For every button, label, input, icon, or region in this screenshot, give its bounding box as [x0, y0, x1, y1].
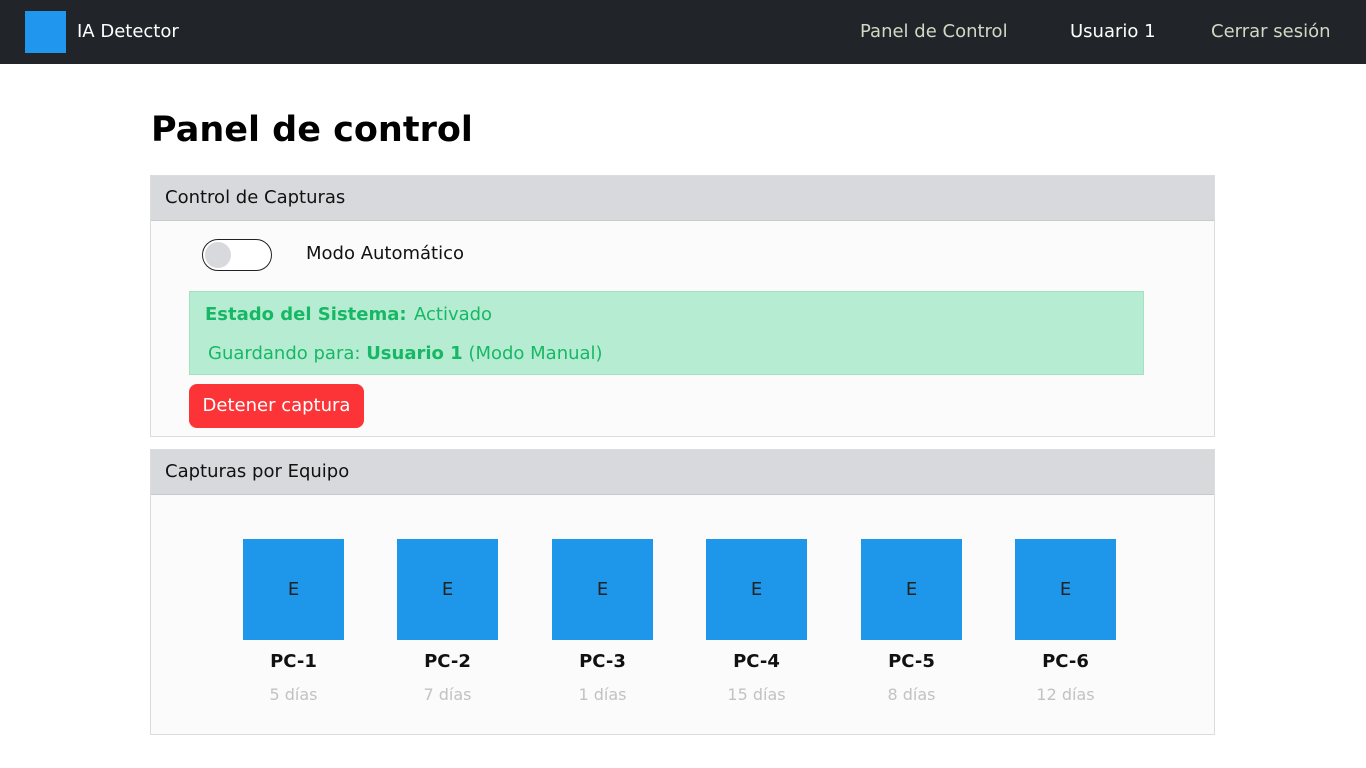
capture-control-card: Control de Capturas Modo Automático Esta… [150, 175, 1215, 437]
captures-by-device-card: Capturas por Equipo E PC-1 5 días E PC-2… [150, 449, 1215, 735]
nav-link-user[interactable]: Usuario 1 [1070, 20, 1156, 44]
app-logo[interactable] [25, 11, 66, 53]
device-days: 8 días [887, 685, 936, 704]
capture-control-header: Control de Capturas [151, 176, 1214, 221]
device-thumbnail[interactable]: E [552, 539, 653, 640]
device-name: PC-6 [1042, 651, 1089, 672]
device-days: 15 días [727, 685, 786, 704]
device-letter: E [287, 579, 300, 600]
device-letter: E [905, 579, 918, 600]
device-letter: E [1059, 579, 1072, 600]
device-days: 12 días [1036, 685, 1095, 704]
page-title: Panel de control [151, 110, 473, 150]
device-name: PC-3 [579, 651, 626, 672]
toggle-knob [205, 242, 231, 268]
device-name: PC-4 [733, 651, 780, 672]
device-days: 5 días [269, 685, 318, 704]
device-thumbnail[interactable]: E [861, 539, 962, 640]
device-thumbnail[interactable]: E [1015, 539, 1116, 640]
capture-control-title: Control de Capturas [165, 187, 346, 208]
system-status-alert: Estado del Sistema: Activado Guardando p… [189, 291, 1144, 375]
stop-capture-button[interactable]: Detener captura [189, 384, 364, 428]
device-thumbnail[interactable]: E [397, 539, 498, 640]
saving-mode: (Modo Manual) [468, 343, 603, 364]
brand-name[interactable]: IA Detector [77, 20, 179, 44]
device-thumbnail[interactable]: E [706, 539, 807, 640]
auto-mode-toggle[interactable] [202, 239, 272, 271]
saving-for-line: Guardando para: Usuario 1 (Modo Manual) [208, 342, 603, 366]
status-value: Activado [414, 304, 493, 325]
device-letter: E [596, 579, 609, 600]
device-thumbnail[interactable]: E [243, 539, 344, 640]
device-letter: E [441, 579, 454, 600]
nav-link-logout[interactable]: Cerrar sesión [1211, 20, 1331, 44]
device-name: PC-1 [270, 651, 317, 672]
device-days: 1 días [578, 685, 627, 704]
device-name: PC-5 [888, 651, 935, 672]
saving-user: Usuario 1 [366, 343, 463, 364]
top-navbar: IA Detector Panel de Control Usuario 1 C… [0, 0, 1366, 64]
captures-by-device-title: Capturas por Equipo [165, 461, 350, 482]
auto-mode-label: Modo Automático [306, 243, 465, 264]
nav-link-panel-de-control[interactable]: Panel de Control [860, 20, 1008, 44]
saving-prefix: Guardando para: [208, 343, 361, 364]
device-name: PC-2 [424, 651, 471, 672]
captures-by-device-header: Capturas por Equipo [151, 450, 1214, 495]
status-key: Estado del Sistema: [205, 304, 407, 325]
device-days: 7 días [423, 685, 472, 704]
device-letter: E [750, 579, 763, 600]
